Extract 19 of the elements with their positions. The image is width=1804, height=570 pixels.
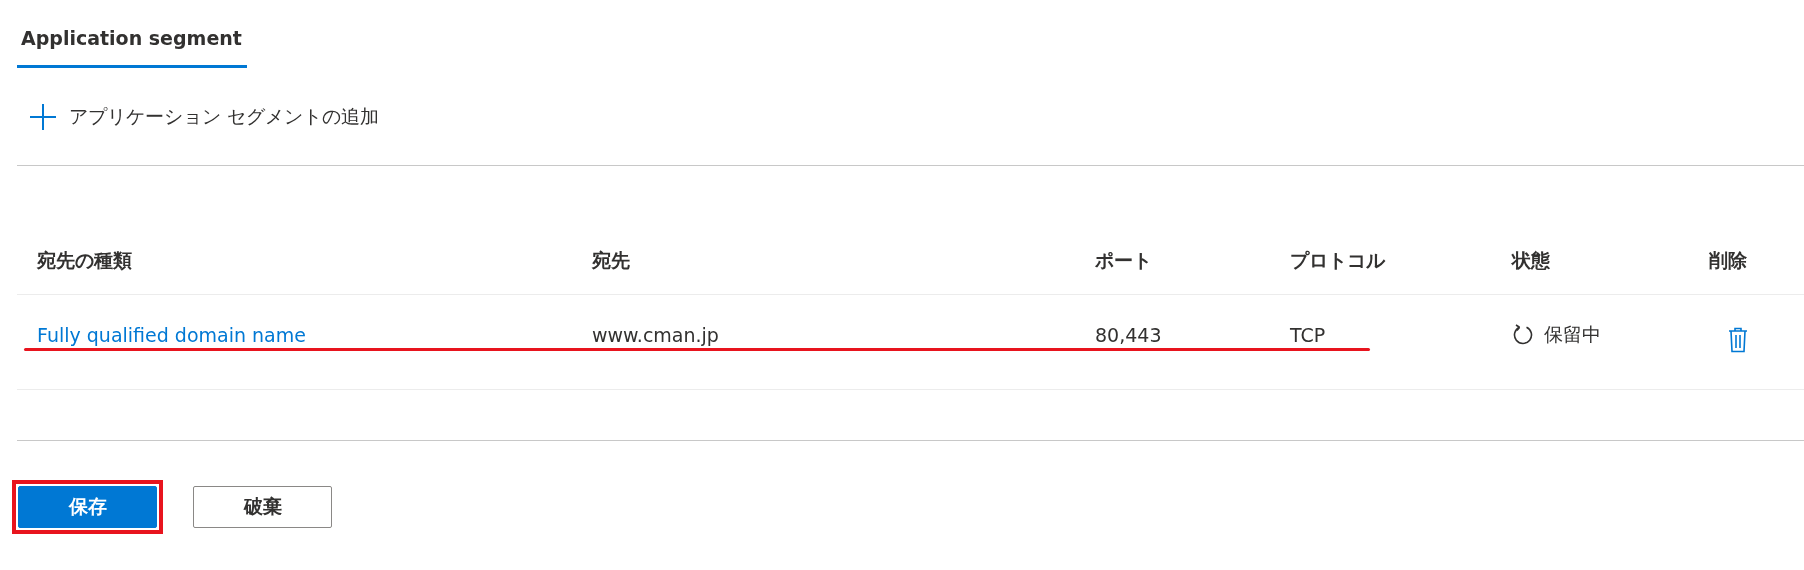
delete-button[interactable] — [1728, 327, 1748, 353]
discard-button[interactable]: 破棄 — [193, 486, 332, 528]
plus-icon — [29, 102, 57, 131]
trash-icon — [1728, 327, 1748, 353]
column-header: 宛先の種類 — [17, 221, 572, 295]
tab[interactable]: Application segment — [17, 18, 247, 68]
column-header: 状態 — [1492, 221, 1696, 295]
column-header: ポート — [1075, 221, 1270, 295]
refresh-icon — [1512, 324, 1534, 346]
save-button[interactable]: 保存 — [18, 486, 157, 528]
column-header: 削除 — [1696, 221, 1804, 295]
table-cell: 80,443 — [1095, 324, 1162, 346]
column-header: 宛先 — [572, 221, 1075, 295]
destination-type-link[interactable]: Fully qualified domain name — [37, 324, 306, 346]
status-text: 保留中 — [1544, 322, 1601, 347]
table-cell: www.cman.jp — [592, 324, 719, 346]
add-segment-button[interactable]: アプリケーション セグメントの追加 — [29, 102, 380, 131]
table-cell: TCP — [1290, 324, 1326, 346]
column-header: プロトコル — [1270, 221, 1492, 295]
